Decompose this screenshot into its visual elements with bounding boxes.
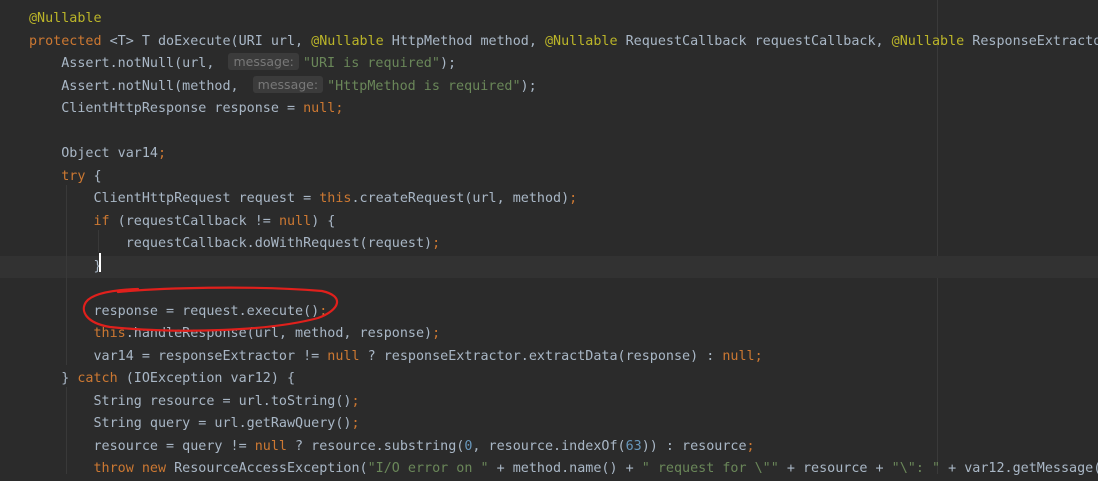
code-line[interactable]: ClientHttpResponse response = null; [0,98,1098,121]
text-caret [99,253,101,272]
code-line[interactable]: } [0,255,1098,278]
code-line[interactable]: throw new ResourceAccessException("I/O e… [0,458,1098,481]
code-line[interactable]: response = request.execute(); [0,301,1098,324]
code-line[interactable]: Assert.notNull(url, message: "URI is requ… [0,53,1098,76]
code-line[interactable]: if (requestCallback != null) { [0,211,1098,234]
code-token: ; [754,348,763,364]
code-token: (IOException var12) { [117,371,296,386]
code-line[interactable]: var14 = responseExtractor != null ? resp… [0,346,1098,369]
code-token: null [722,348,755,364]
code-token: ; [351,393,360,409]
code-token: try [61,168,86,184]
code-line[interactable] [0,278,1098,301]
code-token: resource = query != [29,438,255,454]
code-token: .createRequest(url, method) [351,191,570,206]
code-token: ); [439,56,457,71]
code-token: Assert.notNull(url, [29,56,223,71]
code-editor[interactable]: @Nullable protected <T> T doExecute(URI u… [0,0,1098,476]
code-token: ; [432,326,441,341]
code-line[interactable]: } catch (IOException var12) { [0,368,1098,391]
code-token: Assert.notNull(method, [29,78,247,94]
code-token: , resource.indexOf( [472,438,626,454]
code-token: null [303,101,336,116]
code-token: HttpMethod method, [383,33,545,49]
code-token: ; [158,146,167,161]
code-line[interactable]: requestCallback.doWithRequest(request); [0,233,1098,256]
code-token: ResponseExtractor<T> [972,33,1098,49]
code-token: ? responseExtractor.extractData(response… [359,348,723,364]
code-token: } [29,371,78,386]
code-token: response = request.execute() [29,303,320,319]
code-token: ; [432,236,441,251]
code-token: protected [29,33,110,49]
code-token: ; [569,191,578,206]
code-line[interactable]: Object var14; [0,143,1098,166]
code-token: @Nullable [891,33,965,49]
code-line[interactable]: this.handleResponse(url, method, respons… [0,323,1098,346]
code-token: requestCallback.doWithRequest(request) [29,236,433,251]
code-line[interactable]: String resource = url.toString(); [0,391,1098,414]
code-token: ; [351,416,360,431]
code-token: )) : resource [641,438,747,454]
code-token: ) { [311,213,336,229]
code-token: Object var14 [29,146,158,161]
indent-guide [98,230,99,252]
code-token: ); [520,78,537,94]
code-token: ; [746,438,755,454]
code-token: @Nullable [29,11,102,26]
indent-guide [66,387,67,474]
code-token: ClientHttpResponse response = [29,101,304,116]
code-token: @Nullable [311,33,384,49]
code-line[interactable]: ClientHttpRequest request = this.createR… [0,188,1098,211]
code-token: null [278,213,312,229]
code-line[interactable]: try { [0,166,1098,189]
code-token: String query = url.getRawQuery() [29,416,352,431]
code-line[interactable]: protected <T> T doExecute(URI url, @Null… [0,31,1098,54]
code-token: .handleResponse(url, method, response) [125,326,433,341]
parameter-hint: message: [252,75,324,93]
code-token: { [85,168,102,184]
code-token: 63 [625,438,642,454]
code-token: (requestCallback != [109,213,279,229]
code-token: String resource = url.toString() [29,393,352,409]
code-token: var14 = responseExtractor != [29,348,328,364]
code-token: <T> T doExecute(URI url, [109,33,312,49]
code-line[interactable] [0,121,1098,144]
code-token: this [319,191,352,206]
code-line[interactable]: Assert.notNull(method, message: "HttpMeth… [0,75,1098,99]
code-token: null [254,438,287,454]
code-token: if [93,213,110,229]
code-token: ClientHttpRequest request = [29,191,320,206]
code-line[interactable]: resource = query != null ? resource.subs… [0,436,1098,459]
code-line[interactable]: @Nullable [0,8,1098,31]
code-token: null [327,348,360,364]
code-token: this [93,326,126,341]
parameter-hint: message: [228,53,299,70]
code-token: "URI is required" [302,56,440,71]
code-token: ; [335,101,344,116]
code-token: RequestCallback requestCallback, [617,33,892,49]
indent-guide [66,185,67,365]
code-token: "HttpMethod is required" [327,78,521,94]
code-token: catch [77,371,118,386]
code-token: ; [319,303,328,319]
code-token: ? resource.substring( [286,438,465,454]
code-line[interactable]: String query = url.getRawQuery(); [0,413,1098,436]
code-token: @Nullable [544,33,618,49]
